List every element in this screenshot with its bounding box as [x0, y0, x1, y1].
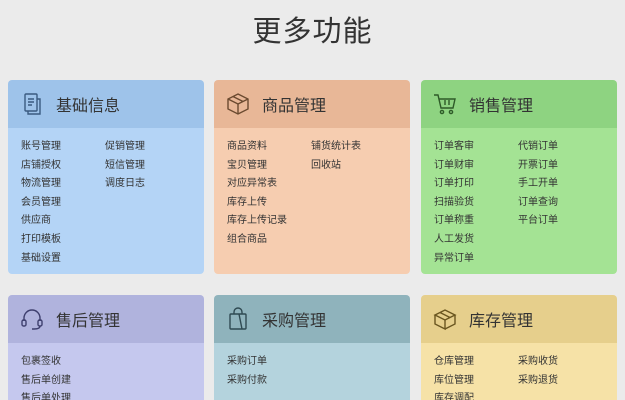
card-header[interactable]: 销售管理 — [421, 80, 617, 128]
menu-item[interactable]: 宝贝管理 — [227, 157, 311, 176]
cart-icon — [431, 90, 459, 118]
menu-item[interactable]: 售后单创建 — [21, 372, 105, 391]
menu-item[interactable]: 手工开单 — [518, 175, 602, 194]
menu-column: 采购订单 采购付款 — [227, 353, 311, 400]
card-body: 账号管理 店铺授权 物流管理 会员管理 供应商 打印模板 基础设置 促销管理 短… — [8, 128, 204, 274]
card-title: 销售管理 — [469, 96, 534, 115]
menu-item[interactable]: 采购订单 — [227, 353, 311, 372]
menu-column: 促销管理 短信管理 调度日志 — [105, 138, 189, 274]
menu-column: 包裹签收 售后单创建 售后单处理 — [21, 353, 105, 400]
menu-item[interactable]: 售后单处理 — [21, 390, 105, 400]
menu-item[interactable]: 采购收货 — [518, 353, 602, 372]
menu-item[interactable]: 扫描验货 — [434, 194, 518, 213]
card-basic-info: 基础信息 账号管理 店铺授权 物流管理 会员管理 供应商 打印模板 基础设置 促… — [8, 80, 204, 274]
menu-item[interactable]: 异常订单 — [434, 250, 518, 269]
menu-column: 仓库管理 库位管理 库存调配 — [434, 353, 518, 400]
menu-column: 铺货统计表 回收站 — [311, 138, 395, 274]
menu-item[interactable]: 库存上传记录 — [227, 212, 311, 231]
menu-column: 商品资料 宝贝管理 对应异常表 库存上传 库存上传记录 组合商品 — [227, 138, 311, 274]
menu-item[interactable]: 采购付款 — [227, 372, 311, 391]
menu-item[interactable]: 包裹签收 — [21, 353, 105, 372]
menu-item[interactable]: 店铺授权 — [21, 157, 105, 176]
menu-item[interactable]: 开票订单 — [518, 157, 602, 176]
menu-item[interactable]: 组合商品 — [227, 231, 311, 250]
menu-item[interactable]: 人工发货 — [434, 231, 518, 250]
menu-item[interactable]: 打印模板 — [21, 231, 105, 250]
box-icon — [224, 90, 252, 118]
page-title: 更多功能 — [252, 14, 373, 48]
card-product-management: 商品管理 商品资料 宝贝管理 对应异常表 库存上传 库存上传记录 组合商品 铺货… — [214, 80, 410, 274]
card-body: 商品资料 宝贝管理 对应异常表 库存上传 库存上传记录 组合商品 铺货统计表 回… — [214, 128, 410, 274]
menu-item[interactable]: 回收站 — [311, 157, 395, 176]
menu-item[interactable]: 订单财审 — [434, 157, 518, 176]
card-title: 采购管理 — [262, 311, 327, 330]
card-sales-management: 销售管理 订单客审 订单财审 订单打印 扫描验货 订单称重 人工发货 异常订单 … — [421, 80, 617, 274]
card-body: 采购订单 采购付款 — [214, 343, 410, 400]
card-title: 售后管理 — [56, 311, 121, 330]
menu-item[interactable]: 调度日志 — [105, 175, 189, 194]
headset-icon — [18, 305, 46, 333]
card-title: 库存管理 — [469, 311, 534, 330]
menu-item[interactable]: 库存上传 — [227, 194, 311, 213]
menu-item[interactable]: 库存调配 — [434, 390, 518, 400]
card-body: 包裹签收 售后单创建 售后单处理 — [8, 343, 204, 400]
card-title: 基础信息 — [56, 96, 121, 115]
menu-item[interactable]: 订单客审 — [434, 138, 518, 157]
card-inventory-management: 库存管理 仓库管理 库位管理 库存调配 采购收货 采购退货 — [421, 295, 617, 400]
menu-item[interactable]: 订单称重 — [434, 212, 518, 231]
menu-column: 账号管理 店铺授权 物流管理 会员管理 供应商 打印模板 基础设置 — [21, 138, 105, 274]
menu-column: 订单客审 订单财审 订单打印 扫描验货 订单称重 人工发货 异常订单 — [434, 138, 518, 274]
menu-item[interactable]: 代销订单 — [518, 138, 602, 157]
menu-item[interactable]: 采购退货 — [518, 372, 602, 391]
card-body: 仓库管理 库位管理 库存调配 采购收货 采购退货 — [421, 343, 617, 400]
menu-column: 代销订单 开票订单 手工开单 订单查询 平台订单 — [518, 138, 602, 274]
menu-item[interactable]: 商品资料 — [227, 138, 311, 157]
card-header[interactable]: 采购管理 — [214, 295, 410, 343]
card-header[interactable]: 库存管理 — [421, 295, 617, 343]
card-purchase-management: 采购管理 采购订单 采购付款 — [214, 295, 410, 400]
card-after-sales: 售后管理 包裹签收 售后单创建 售后单处理 — [8, 295, 204, 400]
menu-item[interactable]: 物流管理 — [21, 175, 105, 194]
document-icon — [18, 90, 46, 118]
menu-item[interactable]: 供应商 — [21, 212, 105, 231]
menu-item[interactable]: 库位管理 — [434, 372, 518, 391]
menu-item[interactable]: 订单打印 — [434, 175, 518, 194]
shopping-bag-icon — [224, 305, 252, 333]
menu-item[interactable]: 铺货统计表 — [311, 138, 395, 157]
menu-column: 采购收货 采购退货 — [518, 353, 602, 400]
card-header[interactable]: 售后管理 — [8, 295, 204, 343]
card-body: 订单客审 订单财审 订单打印 扫描验货 订单称重 人工发货 异常订单 代销订单 … — [421, 128, 617, 274]
menu-item[interactable]: 对应异常表 — [227, 175, 311, 194]
menu-item[interactable]: 促销管理 — [105, 138, 189, 157]
menu-item[interactable]: 订单查询 — [518, 194, 602, 213]
menu-item[interactable]: 基础设置 — [21, 250, 105, 269]
menu-item[interactable]: 平台订单 — [518, 212, 602, 231]
card-title: 商品管理 — [262, 96, 327, 115]
menu-item[interactable]: 仓库管理 — [434, 353, 518, 372]
warehouse-icon — [431, 305, 459, 333]
card-header[interactable]: 基础信息 — [8, 80, 204, 128]
menu-item[interactable]: 会员管理 — [21, 194, 105, 213]
menu-item[interactable]: 短信管理 — [105, 157, 189, 176]
card-header[interactable]: 商品管理 — [214, 80, 410, 128]
menu-item[interactable]: 账号管理 — [21, 138, 105, 157]
